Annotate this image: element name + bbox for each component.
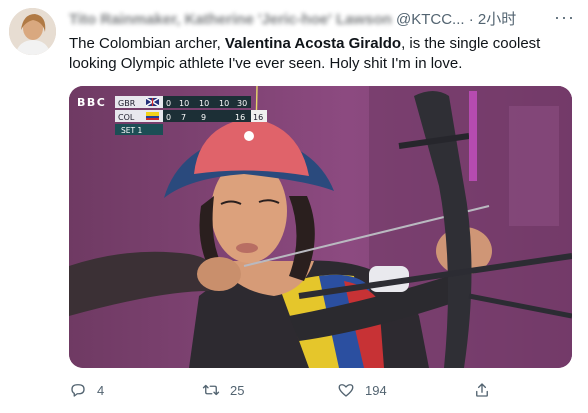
gbr-score-4: 10 bbox=[219, 99, 229, 108]
tweet[interactable]: Tito Rainmaker, Katherine 'Jeric-hoe' La… bbox=[0, 0, 588, 413]
like-button[interactable]: 194 bbox=[337, 378, 387, 402]
set-label: SET 1 bbox=[121, 126, 142, 135]
gbr-score-1: 0 bbox=[166, 99, 171, 108]
athlete-name: Valentina Acosta Giraldo bbox=[224, 35, 402, 52]
author-handle[interactable]: @KTCC... bbox=[396, 11, 465, 28]
author-name[interactable]: Tito Rainmaker, Katherine 'Jeric-hoe' La… bbox=[69, 11, 392, 28]
team-code-col: COL bbox=[118, 113, 135, 122]
tweet-text: The Colombian archer, Valentina Acosta G… bbox=[69, 34, 579, 74]
separator-dot: · bbox=[468, 11, 474, 28]
avatar[interactable] bbox=[9, 8, 56, 55]
team-code-gbr: GBR bbox=[118, 99, 136, 108]
tweet-header: Tito Rainmaker, Katherine 'Jeric-hoe' La… bbox=[69, 7, 579, 30]
action-bar: 4 25 194 bbox=[69, 378, 509, 402]
col-score-1: 0 bbox=[166, 113, 171, 122]
retweet-button[interactable]: 25 bbox=[202, 378, 244, 402]
heart-icon bbox=[338, 384, 354, 397]
reply-button[interactable]: 4 bbox=[69, 378, 104, 402]
col-score-3: 9 bbox=[201, 113, 206, 122]
retweet-icon bbox=[202, 384, 220, 396]
gbr-score-2: 10 bbox=[179, 99, 189, 108]
gbr-score-5: 30 bbox=[237, 99, 247, 108]
col-score-5: 16 bbox=[235, 113, 245, 122]
col-score-2: 7 bbox=[181, 113, 186, 122]
share-icon bbox=[476, 383, 488, 397]
gbr-score-3: 10 bbox=[199, 99, 209, 108]
retweet-count: 25 bbox=[230, 382, 245, 398]
reply-icon bbox=[71, 384, 85, 397]
network-logo: BBC bbox=[77, 96, 106, 109]
col-running-total: 16 bbox=[253, 113, 263, 122]
tweet-photo[interactable]: BBC GBR 0 10 10 10 30 COL 0 7 9 16 16 SE… bbox=[69, 86, 572, 368]
tweet-text-start: The Colombian archer, bbox=[69, 35, 225, 52]
share-button[interactable] bbox=[473, 378, 501, 402]
reply-count: 4 bbox=[97, 382, 105, 398]
timestamp[interactable]: 2小时 bbox=[478, 11, 516, 28]
like-count: 194 bbox=[365, 382, 387, 398]
more-icon[interactable]: ··· bbox=[554, 7, 575, 27]
